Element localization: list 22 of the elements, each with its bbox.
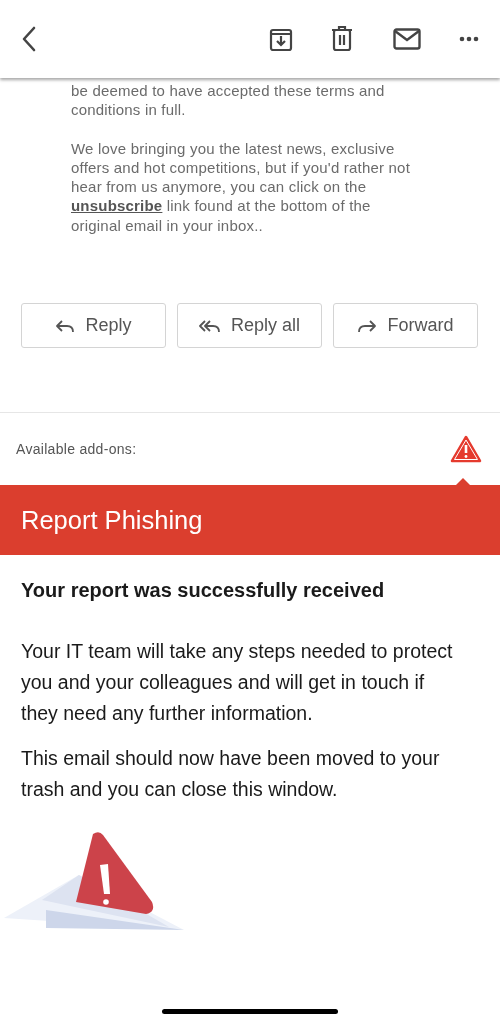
reply-all-icon xyxy=(199,318,221,333)
forward-button[interactable]: Forward xyxy=(333,303,478,349)
envelope-icon xyxy=(393,28,421,50)
archive-icon xyxy=(269,26,293,52)
forward-icon xyxy=(357,318,378,333)
mark-unread-button[interactable] xyxy=(392,25,422,53)
more-icon xyxy=(459,36,479,42)
email-paragraph: be deemed to have accepted these terms and conditions in full. xyxy=(71,81,386,120)
warning-icon xyxy=(450,435,482,464)
panel-paragraph: Your IT team will take any steps needed to protect you and your colleagues and will get in touch if they need any further information. xyxy=(21,639,454,727)
panel-title: Report Phishing xyxy=(21,504,203,536)
trash-icon xyxy=(331,26,353,52)
panel-paragraph: This email should now have been moved to your trash and you can close this window. xyxy=(21,746,441,803)
email-paragraph: We love bringing you the latest news, exclusive offers and hot competitions, but if you'd rather not hear from us anymore, you can click on the unsubscribe link found at the bottom of the original email in your inbox.. xyxy=(71,138,411,236)
unsubscribe-link[interactable]: unsubscribe xyxy=(71,197,163,215)
back-icon xyxy=(21,26,37,52)
reply-button[interactable]: Reply xyxy=(21,303,166,349)
reply-icon xyxy=(55,318,76,333)
report-phishing-addon-button[interactable] xyxy=(450,435,482,464)
reply-all-button[interactable]: Reply all xyxy=(177,303,322,349)
panel-heading: Your report was successfully received xyxy=(21,578,386,604)
addons-label: Available add-ons: xyxy=(16,439,137,459)
